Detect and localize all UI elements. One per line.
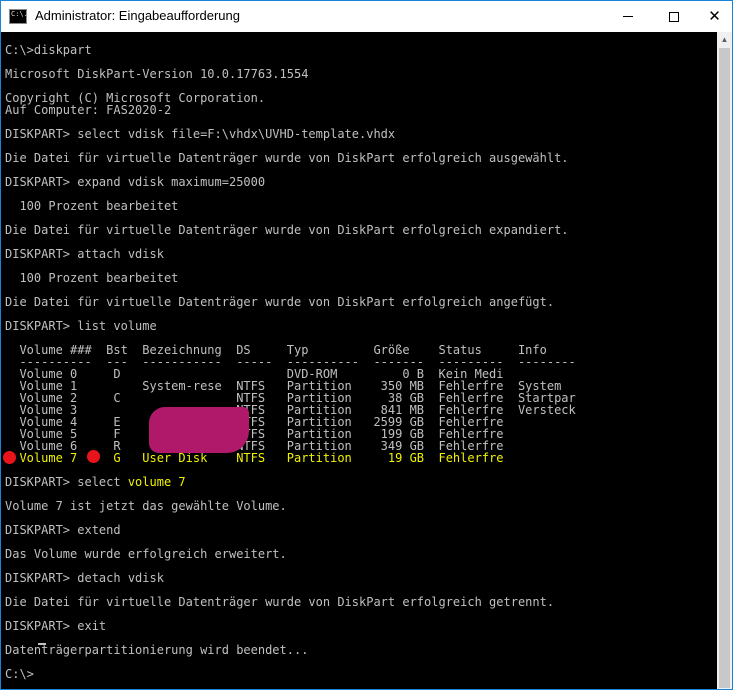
console-line-select-volume: DISKPART> select volume 7 — [5, 476, 186, 488]
console-line: DISKPART> select vdisk file=F:\vhdx\UVHD… — [5, 127, 396, 141]
maximize-icon — [669, 11, 679, 22]
console-line: 100 Prozent bearbeitet — [5, 199, 179, 213]
scrollbar-thumb[interactable] — [719, 48, 730, 688]
text-cursor — [38, 643, 46, 645]
console-line: Das Volume wurde erfolgreich erweitert. — [5, 547, 287, 561]
console-line: 100 Prozent bearbeitet — [5, 271, 179, 285]
console-line: DISKPART> attach vdisk — [5, 247, 164, 261]
red-dot-marker — [3, 451, 16, 464]
window-title: Administrator: Eingabeaufforderung — [35, 8, 240, 23]
select-command-text: DISKPART> select — [5, 475, 128, 489]
cmd-icon[interactable]: C:\. — [9, 9, 28, 24]
console-line: DISKPART> extend — [5, 523, 121, 537]
console-line: Microsoft DiskPart-Version 10.0.17763.15… — [5, 67, 309, 81]
console-line: DISKPART> detach vdisk — [5, 571, 164, 585]
console-line: DISKPART> expand vdisk maximum=25000 — [5, 175, 266, 189]
close-button[interactable]: ✕ — [697, 1, 732, 32]
console-line: Die Datei für virtuelle Datenträger wurd… — [5, 151, 569, 165]
volume-row-selected: Volume 7 G User Disk NTFS Partition 19 G… — [5, 451, 504, 465]
console-line: Die Datei für virtuelle Datenträger wurd… — [5, 295, 555, 309]
minimize-icon — [623, 16, 633, 17]
maximize-button[interactable] — [651, 1, 697, 32]
vertical-scrollbar[interactable]: ▲ — [717, 32, 732, 689]
console-line: DISKPART> exit — [5, 619, 107, 633]
console-line: C:\>diskpart — [5, 43, 92, 57]
console-line: DISKPART> list volume — [5, 319, 157, 333]
cmd-icon-text: C:\. — [11, 10, 28, 18]
console-line: Datenträgerpartitionierung wird beendet.… — [5, 643, 309, 657]
minimize-button[interactable] — [605, 1, 651, 32]
console-line: Volume 7 ist jetzt das gewählte Volume. — [5, 499, 287, 513]
scroll-up-arrow-icon[interactable]: ▲ — [717, 32, 732, 47]
console-output[interactable]: C:\>diskpart Microsoft DiskPart-Version … — [1, 32, 717, 689]
console-prompt: C:\> — [5, 667, 34, 681]
redaction-overlay — [149, 407, 249, 453]
select-command-highlight: volume 7 — [127, 475, 186, 489]
console-line: Die Datei für virtuelle Datenträger wurd… — [5, 595, 555, 609]
console-line: Die Datei für virtuelle Datenträger wurd… — [5, 223, 569, 237]
title-bar[interactable]: C:\. Administrator: Eingabeaufforderung … — [1, 1, 732, 32]
command-prompt-window: C:\. Administrator: Eingabeaufforderung … — [0, 0, 733, 690]
console-line: Auf Computer: FAS2020-2 — [5, 103, 172, 117]
red-dot-marker — [87, 450, 100, 463]
close-icon: ✕ — [708, 8, 721, 25]
